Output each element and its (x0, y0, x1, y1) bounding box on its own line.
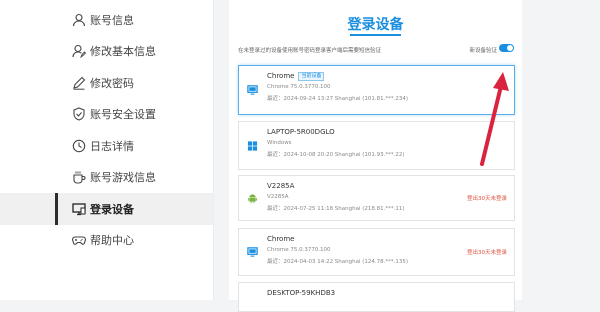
monitor-icon (72, 203, 86, 215)
sidebar-item-log-details[interactable]: 日志详情 (0, 130, 213, 162)
new-device-verify-toggle[interactable] (499, 44, 514, 52)
shield-icon (73, 107, 85, 121)
monitor-icon (247, 247, 258, 257)
sidebar-item-label: 帮助中心 (90, 234, 134, 248)
sidebar-item-label: 账号信息 (90, 13, 134, 27)
app-window: 账号信息 修改基本信息 修改密码 账号安全设置 日志详情 账号游戏信息 登录设备 (0, 0, 600, 312)
sidebar-item-label: 登录设备 (90, 202, 134, 216)
sidebar-item-label: 账号安全设置 (90, 108, 156, 122)
device-card: DESKTOP-59KHDB3 (238, 282, 515, 312)
user-edit-icon (72, 45, 86, 59)
user-icon (72, 13, 86, 26)
windows-icon (247, 140, 258, 151)
sidebar-item-change-password[interactable]: 修改密码 (0, 67, 213, 99)
device-os: V2285A (267, 194, 289, 200)
device-name: DESKTOP-59KHDB3 (267, 289, 336, 297)
sidebar-item-login-devices[interactable]: 登录设备 (0, 193, 213, 225)
sidebar-item-label: 账号游戏信息 (90, 171, 156, 185)
device-last-login: 最近：2024-09-24 13:27 Shanghai (101.81.***… (267, 96, 409, 102)
device-name: Chrome (267, 235, 295, 243)
game-controller-icon (72, 236, 86, 246)
red-arrow-icon (480, 72, 509, 166)
page-title: 登录设备 (347, 17, 404, 33)
sidebar-item-label: 修改基本信息 (90, 45, 156, 59)
device-name-text: Chrome (267, 72, 295, 80)
android-icon (247, 194, 258, 204)
device-os: Chrome 75.0.3770.100 (267, 247, 331, 253)
new-device-verify-label: 新设备验证 (469, 48, 497, 54)
sidebar-item-edit-profile[interactable]: 修改基本信息 (0, 36, 213, 68)
title-underline (350, 34, 401, 36)
clock-icon (72, 139, 86, 152)
pencil-icon (73, 76, 86, 90)
device-card: Chrome Chrome 75.0.3770.100 最近：2024-04-0… (238, 228, 515, 276)
device-last-login: 最近：2024-10-08 20:20 Shanghai (101.93.***… (267, 152, 405, 158)
device-name: LAPTOP-5R00DGLO (267, 128, 335, 136)
sidebar-item-help-center[interactable]: 帮助中心 (0, 225, 213, 257)
device-os: Chrome 75.0.3770.100 (267, 84, 331, 90)
logout-status-link[interactable]: 登出30天未登录 (467, 194, 507, 202)
sidebar-item-account-info[interactable]: 账号信息 (0, 4, 213, 36)
device-card: V2285A V2285A 最近：2024-07-25 11:18 Shangh… (238, 175, 515, 221)
sidebar: 账号信息 修改基本信息 修改密码 账号安全设置 日志详情 账号游戏信息 登录设备 (0, 0, 214, 300)
verification-tip: 在未登录过的设备使用账号密码登录客户端后需要短信验证 (238, 48, 382, 54)
sidebar-item-game-info[interactable]: 账号游戏信息 (0, 162, 213, 194)
device-last-login: 最近：2024-04-03 14:22 Shanghai (124.78.***… (267, 259, 409, 265)
current-device-badge: 当前设备 (298, 72, 325, 81)
device-os: Windows (267, 140, 292, 146)
device-name: Chrome 当前设备 (267, 72, 325, 81)
sidebar-item-security[interactable]: 账号安全设置 (0, 99, 213, 131)
logout-status-link[interactable]: 登出30天未登录 (467, 248, 507, 256)
device-last-login: 最近：2024-07-25 11:18 Shanghai (218.81.***… (267, 206, 405, 212)
cup-icon (73, 171, 86, 184)
monitor-icon (247, 85, 258, 95)
device-name: V2285A (267, 182, 295, 190)
sidebar-item-label: 日志详情 (90, 139, 134, 153)
sidebar-item-label: 修改密码 (90, 76, 134, 90)
